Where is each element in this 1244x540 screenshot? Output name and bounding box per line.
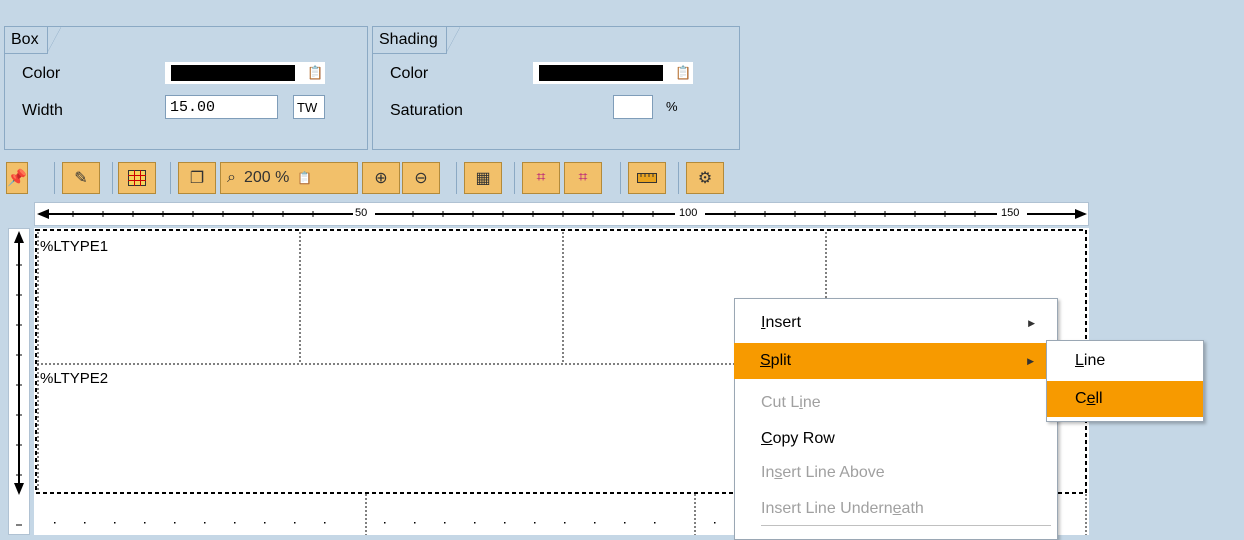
split-submenu: Line Cell [1046, 340, 1204, 422]
ruler-mark-100: 100 [679, 207, 698, 219]
box-group: Box Color 📋 Width 15.00 TW [4, 26, 368, 150]
grid-icon[interactable]: ⌗ [522, 162, 560, 194]
zoom-in-icon[interactable]: ⊕ [362, 162, 400, 194]
ruler-icon[interactable] [628, 162, 666, 194]
horizontal-ruler: 50 100 150 [34, 202, 1089, 226]
ruler-scale [37, 206, 1087, 220]
box-tab: Box [5, 27, 61, 54]
shading-tab: Shading [373, 27, 460, 54]
submenu-item-line[interactable]: Line [1047, 343, 1203, 379]
vertical-ruler [8, 228, 30, 535]
zoom-out-icon[interactable]: ⊖ [402, 162, 440, 194]
zoom-select-icon[interactable]: ⌕ 200 % 📋 [220, 162, 358, 194]
shading-color-label: Color [390, 65, 429, 82]
toolbar-separator [112, 162, 113, 194]
submenu-arrow-icon: ▶ [1028, 318, 1035, 328]
ruler-mark-50: 50 [355, 207, 368, 219]
zoom-level: 200 % [243, 169, 290, 186]
box-color-field[interactable]: 📋 [165, 62, 325, 84]
shading-color-dropdown-icon[interactable]: 📋 [675, 64, 691, 82]
menu-item-insert-line-underneath[interactable]: Insert Line Underneath [735, 491, 1057, 527]
shading-saturation-label: Saturation [390, 102, 463, 119]
zoom-magnifier-icon: ⌕ [227, 169, 236, 186]
box-width-unit: TW [293, 95, 325, 119]
toolbar-separator [54, 162, 55, 194]
settings-icon[interactable]: ⚙ [686, 162, 724, 194]
cell-ltype1[interactable]: %LTYPE1 [40, 238, 108, 255]
ruler-mark-150: 150 [1001, 207, 1020, 219]
menu-item-copy-row[interactable]: Copy Row [735, 421, 1057, 457]
toolbar-separator [678, 162, 679, 194]
submenu-item-cell[interactable]: Cell [1047, 381, 1203, 417]
table-icon[interactable] [118, 162, 156, 194]
shading-color-swatch [539, 65, 663, 81]
menu-item-insert-line-above[interactable]: Insert Line Above [735, 455, 1057, 491]
box-color-swatch [171, 65, 295, 81]
shading-saturation-input[interactable] [613, 95, 653, 119]
submenu-arrow-icon: ▶ [1027, 356, 1034, 366]
context-menu: Insert ▶ Split ▶ Cut Line Copy Row Inser… [734, 298, 1058, 540]
cell-ltype2[interactable]: %LTYPE2 [40, 370, 108, 387]
menu-item-cut-line[interactable]: Cut Line [735, 385, 1057, 421]
toolbar-separator [456, 162, 457, 194]
toolbar-separator [170, 162, 171, 194]
pencil-icon[interactable]: ✎ [62, 162, 100, 194]
pin-icon[interactable]: 📌 [6, 162, 28, 194]
toolbar-separator [620, 162, 621, 194]
shading-color-field[interactable]: 📋 [533, 62, 693, 84]
shading-group: Shading Color 📋 Saturation % [372, 26, 740, 150]
menu-divider [761, 525, 1051, 526]
zoom-dropdown-icon[interactable]: 📋 [297, 171, 312, 185]
menu-item-split[interactable]: Split ▶ [734, 343, 1056, 379]
shading-saturation-unit: % [666, 99, 678, 114]
toolbar-separator [514, 162, 515, 194]
layout-icon[interactable]: ▦ [464, 162, 502, 194]
box-width-input[interactable]: 15.00 [165, 95, 278, 119]
box-width-label: Width [22, 102, 63, 119]
menu-item-insert[interactable]: Insert ▶ [735, 305, 1057, 341]
copy-icon[interactable]: ❐ [178, 162, 216, 194]
grid2-icon[interactable]: ⌗ [564, 162, 602, 194]
box-color-label: Color [22, 65, 61, 82]
box-color-dropdown-icon[interactable]: 📋 [307, 64, 323, 82]
vertical-ruler-scale [14, 231, 24, 526]
